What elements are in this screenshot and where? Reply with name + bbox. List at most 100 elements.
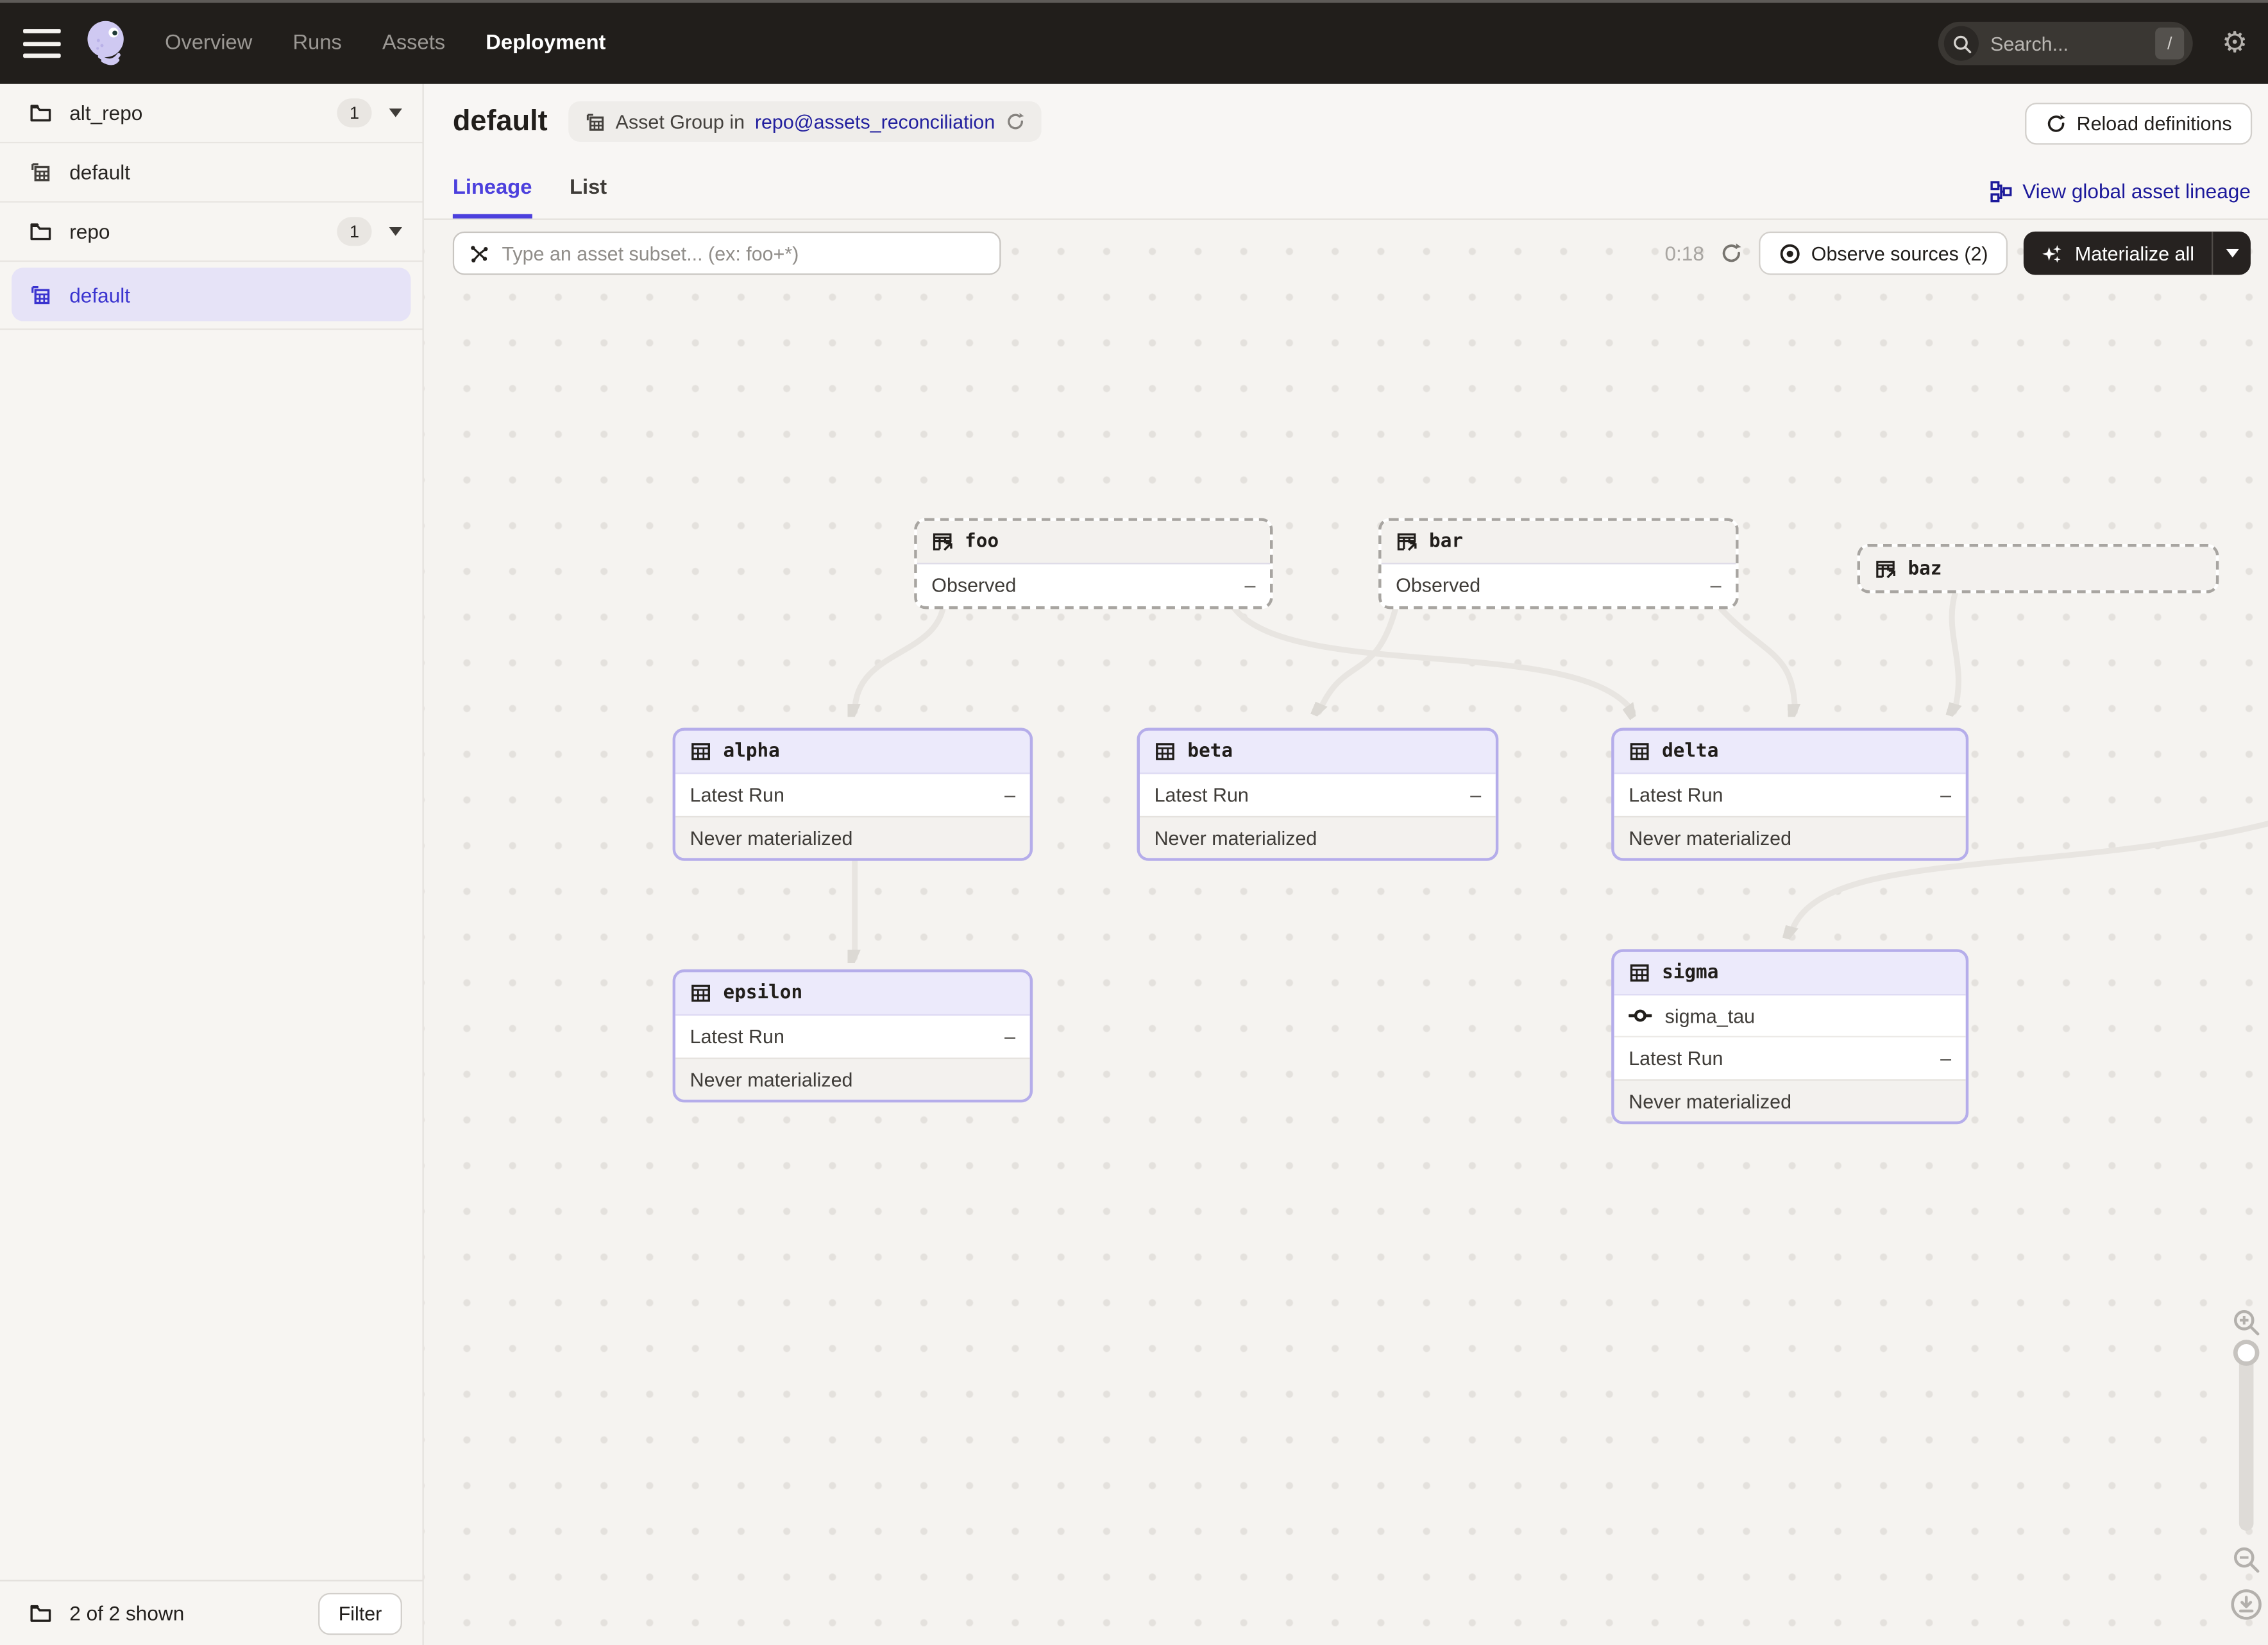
chevron-down-icon <box>2225 249 2238 258</box>
asset-group-icon <box>584 111 605 133</box>
hamburger-menu-icon[interactable] <box>23 29 61 58</box>
node-header: sigma <box>1614 952 1966 996</box>
asset-check-label: sigma_tau <box>1665 1005 1755 1027</box>
materialization-status: Never materialized <box>1155 827 1317 849</box>
materialize-options-caret[interactable] <box>2213 232 2251 275</box>
sidebar-item-repo[interactable]: repo 1 <box>0 203 422 262</box>
lineage-edges <box>424 220 2268 1645</box>
zoom-slider-thumb[interactable] <box>2233 1340 2260 1366</box>
repository-sidebar: alt_repo 1 default repo 1 default <box>0 84 424 1645</box>
asset-node-foo[interactable]: foo Observed – <box>914 518 1273 609</box>
table-asset-icon <box>1629 962 1650 984</box>
asset-group-icon <box>29 160 52 183</box>
asset-name: epsilon <box>724 982 803 1004</box>
edge-foo-alpha <box>855 608 944 712</box>
download-view-icon[interactable] <box>2230 1589 2262 1621</box>
refresh-icon[interactable] <box>1720 242 1743 265</box>
asset-group-count-badge: 1 <box>337 217 371 246</box>
zoom-in-icon[interactable] <box>2232 1308 2261 1337</box>
view-global-asset-lineage-link[interactable]: View global asset lineage <box>1991 180 2251 203</box>
materialize-all-label: Materialize all <box>2075 243 2194 264</box>
latest-run-value: – <box>1004 1026 1015 1048</box>
asset-subset-icon <box>469 243 491 264</box>
latest-run-row: Latest Run – <box>675 774 1029 815</box>
nav-link-runs[interactable]: Runs <box>293 32 342 55</box>
asset-node-sigma[interactable]: sigma sigma_tau Latest Run – Never mater… <box>1611 949 1968 1124</box>
asset-node-epsilon[interactable]: epsilon Latest Run – Never materialized <box>673 969 1033 1102</box>
materialization-row: Never materialized <box>1614 1079 1966 1121</box>
asset-node-baz[interactable]: baz <box>1858 544 2219 593</box>
nav-link-overview[interactable]: Overview <box>165 32 252 55</box>
sidebar-item-alt-repo[interactable]: alt_repo 1 <box>0 84 422 143</box>
latest-run-label: Latest Run <box>690 784 784 806</box>
latest-run-row: Latest Run – <box>675 1016 1029 1057</box>
asset-name: sigma <box>1662 962 1718 984</box>
asset-node-bar[interactable]: bar Observed – <box>1378 518 1739 609</box>
node-header: beta <box>1140 731 1496 774</box>
chevron-down-icon[interactable] <box>389 227 402 236</box>
asset-subset-input[interactable] <box>502 243 985 264</box>
title-row: default Asset Group in repo@assets_recon… <box>453 101 1042 142</box>
materialization-row: Never materialized <box>1140 816 1496 858</box>
materialization-status: Never materialized <box>690 827 853 849</box>
view-global-asset-lineage-label: View global asset lineage <box>2022 180 2251 203</box>
zoom-out-icon[interactable] <box>2232 1545 2261 1574</box>
materialization-status: Never materialized <box>690 1068 853 1090</box>
latest-run-label: Latest Run <box>1629 784 1723 806</box>
search-icon <box>1944 26 1979 61</box>
folder-icon <box>29 1601 52 1624</box>
tab-lineage[interactable]: Lineage <box>453 176 532 218</box>
latest-run-value: – <box>1004 784 1015 806</box>
zoom-slider[interactable] <box>2239 1345 2254 1531</box>
asset-group-icon <box>29 283 52 306</box>
materialization-row: Never materialized <box>1614 816 1966 858</box>
refresh-countdown: 0:18 <box>1664 242 1704 265</box>
observed-value: – <box>1244 574 1255 596</box>
observable-source-icon <box>931 531 953 553</box>
gear-icon[interactable]: ⚙ <box>2222 29 2247 58</box>
top-navigation-bar: Overview Runs Assets Deployment Search..… <box>0 0 2268 84</box>
table-asset-icon <box>690 982 712 1004</box>
dagster-logo[interactable] <box>81 17 133 69</box>
observe-eye-icon <box>1779 243 1801 264</box>
repo-location-link[interactable]: repo@assets_reconciliation <box>755 111 995 133</box>
chevron-down-icon[interactable] <box>389 108 402 117</box>
sidebar-item-label: alt_repo <box>69 101 337 124</box>
sidebar-item-default-selected[interactable]: default <box>12 268 410 321</box>
asset-node-beta[interactable]: beta Latest Run – Never materialized <box>1137 728 1499 860</box>
sidebar-item-default-alt[interactable]: default <box>0 143 422 202</box>
asset-check-row[interactable]: sigma_tau <box>1614 996 1966 1037</box>
asset-subset-filter[interactable] <box>453 232 1001 275</box>
asset-node-alpha[interactable]: alpha Latest Run – Never materialized <box>673 728 1033 860</box>
edge-bar-delta <box>1720 608 1795 712</box>
asset-node-delta[interactable]: delta Latest Run – Never materialized <box>1611 728 1968 860</box>
asset-name: foo <box>965 531 999 553</box>
view-tabs: Lineage List <box>453 176 607 218</box>
group-pill-prefix: Asset Group in <box>616 111 745 133</box>
node-header: foo <box>917 521 1270 565</box>
search-input[interactable]: Search... / <box>1938 22 2193 65</box>
materialize-all-button[interactable]: Materialize all <box>2024 232 2212 275</box>
node-header: baz <box>1860 547 2216 590</box>
nav-link-assets[interactable]: Assets <box>382 32 445 55</box>
observable-source-icon <box>1875 558 1897 579</box>
table-asset-icon <box>690 741 712 763</box>
edge-bar-beta <box>1319 608 1396 712</box>
asset-lineage-canvas[interactable]: 0:18 Observe sources (2) Materialize all <box>424 220 2268 1645</box>
filter-button[interactable]: Filter <box>318 1592 402 1634</box>
sidebar-item-label: default <box>69 283 130 306</box>
nav-link-deployment[interactable]: Deployment <box>486 32 605 55</box>
sidebar-selected-wrap: default <box>0 262 422 330</box>
latest-run-row: Latest Run – <box>1614 1037 1966 1079</box>
sidebar-footer: 2 of 2 shown Filter <box>0 1580 422 1645</box>
asset-name: beta <box>1187 741 1233 763</box>
reload-location-icon[interactable] <box>1005 112 1026 132</box>
search-shortcut-badge: / <box>2155 28 2184 60</box>
latest-run-label: Latest Run <box>690 1026 784 1048</box>
materialization-status: Never materialized <box>1629 1090 1791 1112</box>
reload-definitions-button[interactable]: Reload definitions <box>2024 103 2252 144</box>
app-viewport: Overview Runs Assets Deployment Search..… <box>0 0 2268 1645</box>
observe-sources-button[interactable]: Observe sources (2) <box>1759 232 2009 275</box>
tab-list[interactable]: List <box>570 176 607 218</box>
folder-icon <box>29 101 52 124</box>
